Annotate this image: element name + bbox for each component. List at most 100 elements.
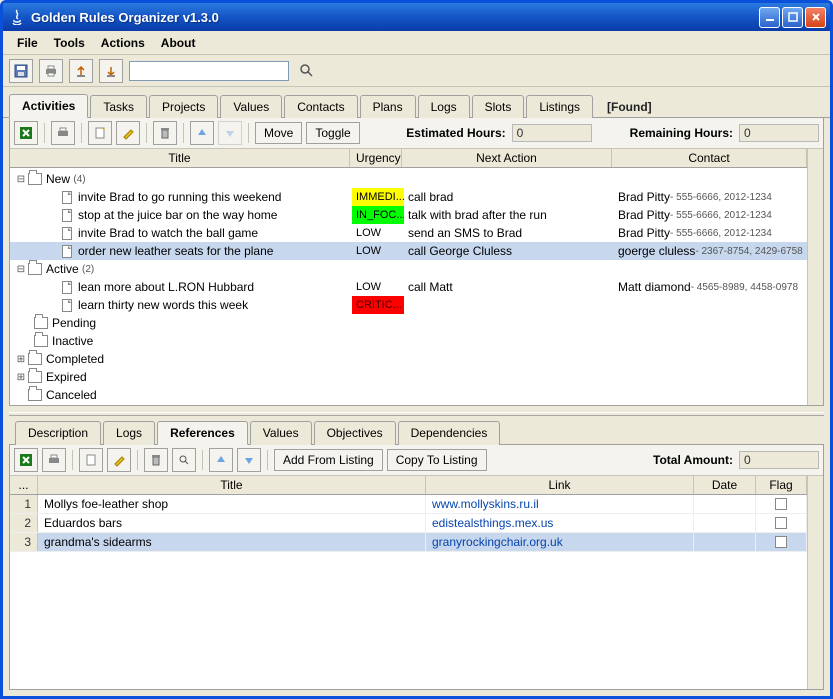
col-contact[interactable]: Contact — [612, 149, 807, 167]
col-title[interactable]: Title — [10, 149, 350, 167]
tab-projects[interactable]: Projects — [149, 95, 218, 118]
activity-row[interactable]: learn thirty new words this week CRITIC.… — [10, 296, 807, 314]
refcol-link[interactable]: Link — [426, 476, 694, 494]
ref-movedown-icon[interactable] — [237, 448, 261, 472]
new-ref-icon[interactable] — [79, 448, 103, 472]
activity-row[interactable]: lean more about L.RON Hubbard LOW call M… — [10, 278, 807, 296]
flag-checkbox[interactable] — [775, 536, 787, 548]
ref-title: Mollys foe-leather shop — [38, 495, 426, 513]
detail-tabstrip: Description Logs References Values Objec… — [9, 416, 824, 445]
tab-logs[interactable]: Logs — [418, 95, 470, 118]
tab-found[interactable]: [Found] — [595, 96, 664, 118]
delete-icon[interactable] — [153, 121, 177, 145]
ref-idx: 2 — [10, 514, 38, 532]
tab-activities[interactable]: Activities — [9, 94, 88, 118]
activity-row[interactable]: invite Brad to go running this weekend I… — [10, 188, 807, 206]
col-next[interactable]: Next Action — [402, 149, 612, 167]
moveup-icon[interactable] — [190, 121, 214, 145]
remaining-hours-value: 0 — [739, 124, 819, 142]
menu-file[interactable]: File — [9, 34, 46, 52]
toggle-button[interactable]: Toggle — [306, 122, 359, 144]
expand-icon[interactable] — [16, 390, 26, 400]
search-input[interactable] — [129, 61, 289, 81]
refcol-title[interactable]: Title — [38, 476, 426, 494]
find-ref-icon[interactable] — [172, 448, 196, 472]
minimize-button[interactable] — [759, 7, 780, 28]
folder-expired[interactable]: ⊞Expired — [10, 368, 807, 386]
ref-date — [694, 495, 756, 513]
move-button[interactable]: Move — [255, 122, 302, 144]
search-icon[interactable] — [295, 59, 319, 83]
col-urgency[interactable]: Urgency — [350, 149, 402, 167]
java-icon — [9, 9, 25, 25]
folder-completed[interactable]: ⊞Completed — [10, 350, 807, 368]
tab-listings[interactable]: Listings — [526, 95, 593, 118]
ref-row[interactable]: 2 Eduardos bars edistealsthings.mex.us — [10, 514, 807, 533]
scrollbar[interactable] — [807, 476, 823, 689]
activity-row[interactable]: stop at the juice bar on the way home IN… — [10, 206, 807, 224]
activity-row-selected[interactable]: order new leather seats for the plane LO… — [10, 242, 807, 260]
activities-tree-grid[interactable]: Title Urgency Next Action Contact ⊟ New … — [10, 149, 807, 405]
save-icon[interactable] — [9, 59, 33, 83]
folder-icon — [34, 317, 48, 329]
tab-references[interactable]: References — [157, 421, 248, 445]
tab-contacts[interactable]: Contacts — [284, 95, 357, 118]
edit-ref-icon[interactable] — [107, 448, 131, 472]
ref-link[interactable]: granyrockingchair.org.uk — [426, 533, 694, 551]
folder-active[interactable]: ⊟ Active (2) — [10, 260, 807, 278]
ref-row[interactable]: 1 Mollys foe-leather shop www.mollyskins… — [10, 495, 807, 514]
expand-icon[interactable]: ⊟ — [16, 264, 26, 274]
total-amount-label: Total Amount: — [653, 453, 733, 467]
export-excel-icon[interactable] — [14, 448, 38, 472]
print-activities-icon[interactable] — [51, 121, 75, 145]
maximize-button[interactable] — [782, 7, 803, 28]
refcol-date[interactable]: Date — [694, 476, 756, 494]
ref-row-selected[interactable]: 3 grandma's sidearms granyrockingchair.o… — [10, 533, 807, 552]
folder-inactive[interactable]: Inactive — [10, 332, 807, 350]
new-icon[interactable] — [88, 121, 112, 145]
movedown-icon[interactable] — [218, 121, 242, 145]
copy-to-listing-button[interactable]: Copy To Listing — [387, 449, 487, 471]
print-icon[interactable] — [39, 59, 63, 83]
references-table[interactable]: ... Title Link Date Flag 1 Mollys foe-le… — [10, 476, 807, 689]
download-icon[interactable] — [99, 59, 123, 83]
ref-moveup-icon[interactable] — [209, 448, 233, 472]
folder-new-count: (4) — [73, 174, 85, 185]
menu-actions[interactable]: Actions — [93, 34, 153, 52]
expand-icon[interactable]: ⊞ — [16, 354, 26, 364]
delete-ref-icon[interactable] — [144, 448, 168, 472]
add-from-listing-button[interactable]: Add From Listing — [274, 449, 383, 471]
scrollbar[interactable] — [807, 149, 823, 405]
folder-new[interactable]: ⊟ New (4) — [10, 170, 807, 188]
close-button[interactable] — [805, 7, 826, 28]
flag-checkbox[interactable] — [775, 498, 787, 510]
folder-canceled[interactable]: Canceled — [10, 386, 807, 404]
tab-values[interactable]: Values — [220, 95, 282, 118]
activity-row[interactable]: invite Brad to watch the ball game LOW s… — [10, 224, 807, 242]
tab-objectives[interactable]: Objectives — [314, 421, 396, 445]
edit-icon[interactable] — [116, 121, 140, 145]
tab-plans[interactable]: Plans — [360, 95, 416, 118]
tab-description[interactable]: Description — [15, 421, 101, 445]
tab-slots[interactable]: Slots — [472, 95, 525, 118]
upload-icon[interactable] — [69, 59, 93, 83]
tab-dependencies[interactable]: Dependencies — [398, 421, 501, 445]
refcol-flag[interactable]: Flag — [756, 476, 807, 494]
flag-checkbox[interactable] — [775, 517, 787, 529]
tab-tasks[interactable]: Tasks — [90, 95, 147, 118]
menu-about[interactable]: About — [153, 34, 204, 52]
print-refs-icon[interactable] — [42, 448, 66, 472]
menu-tools[interactable]: Tools — [46, 34, 93, 52]
tab-values-detail[interactable]: Values — [250, 421, 312, 445]
refcol-idx[interactable]: ... — [10, 476, 38, 494]
ref-title: Eduardos bars — [38, 514, 426, 532]
expand-icon[interactable]: ⊞ — [16, 372, 26, 382]
expand-icon[interactable]: ⊟ — [16, 174, 26, 184]
contact-cell: Matt diamond - 4565-8989, 4458-0978 — [614, 278, 807, 296]
folder-icon — [28, 389, 42, 401]
folder-pending[interactable]: Pending — [10, 314, 807, 332]
tab-logs-detail[interactable]: Logs — [103, 421, 155, 445]
export-excel-icon[interactable] — [14, 121, 38, 145]
ref-link[interactable]: edistealsthings.mex.us — [426, 514, 694, 532]
ref-link[interactable]: www.mollyskins.ru.il — [426, 495, 694, 513]
